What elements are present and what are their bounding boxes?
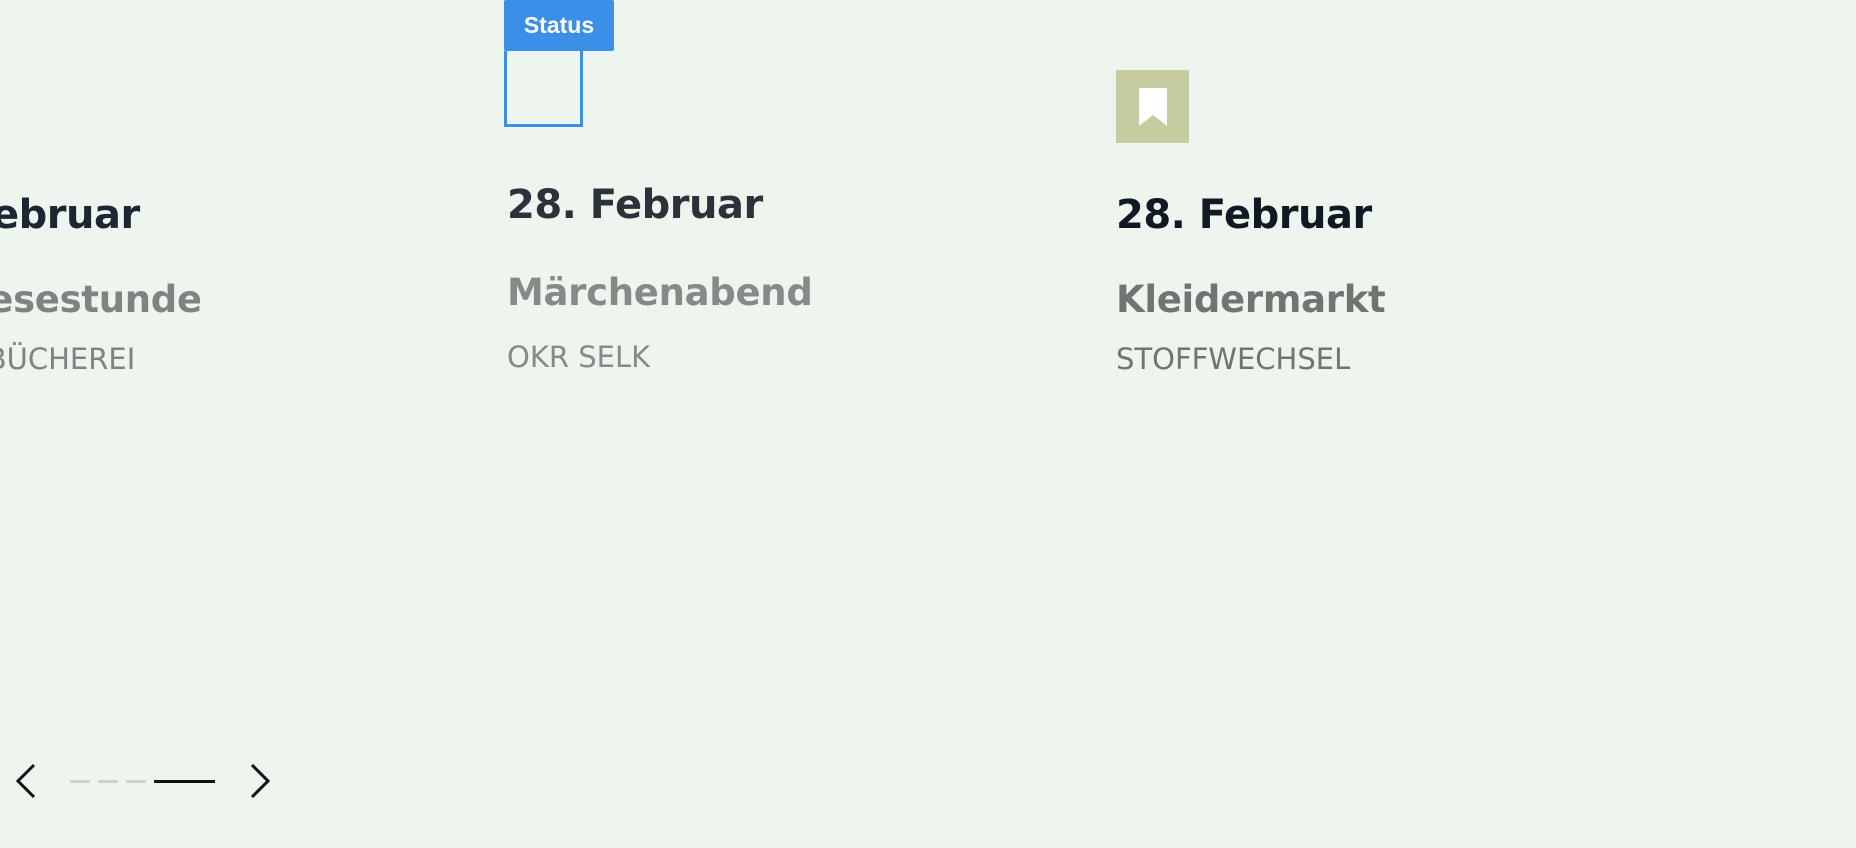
- event-title: Märchenabend: [507, 271, 813, 314]
- event-title: Lesestunde: [0, 278, 200, 321]
- carousel-dot[interactable]: [70, 780, 90, 783]
- chevron-left-icon: [15, 763, 36, 799]
- status-image-placeholder: [504, 51, 583, 127]
- event-date: 28. Februar: [0, 192, 140, 238]
- next-button[interactable]: [242, 763, 278, 799]
- bookmark-icon[interactable]: [1116, 70, 1189, 143]
- event-title: Kleidermarkt: [1116, 278, 1386, 321]
- carousel-dot-active[interactable]: [154, 780, 215, 783]
- chevron-right-icon: [250, 763, 271, 799]
- status-tag: Status: [504, 0, 614, 51]
- event-venue: STADTBÜCHEREI: [0, 342, 136, 376]
- carousel-dot[interactable]: [126, 780, 146, 783]
- event-venue: STOFFWECHSEL: [1116, 342, 1351, 376]
- event-venue: OKR SELK: [507, 340, 651, 374]
- prev-button[interactable]: [8, 763, 44, 799]
- event-card-clipped[interactable]: 28. Februar Lesestunde STADTBÜCHEREI: [0, 0, 200, 420]
- carousel-dot[interactable]: [98, 780, 118, 783]
- event-date: 28. Februar: [1116, 192, 1372, 238]
- event-date: 28. Februar: [507, 182, 763, 228]
